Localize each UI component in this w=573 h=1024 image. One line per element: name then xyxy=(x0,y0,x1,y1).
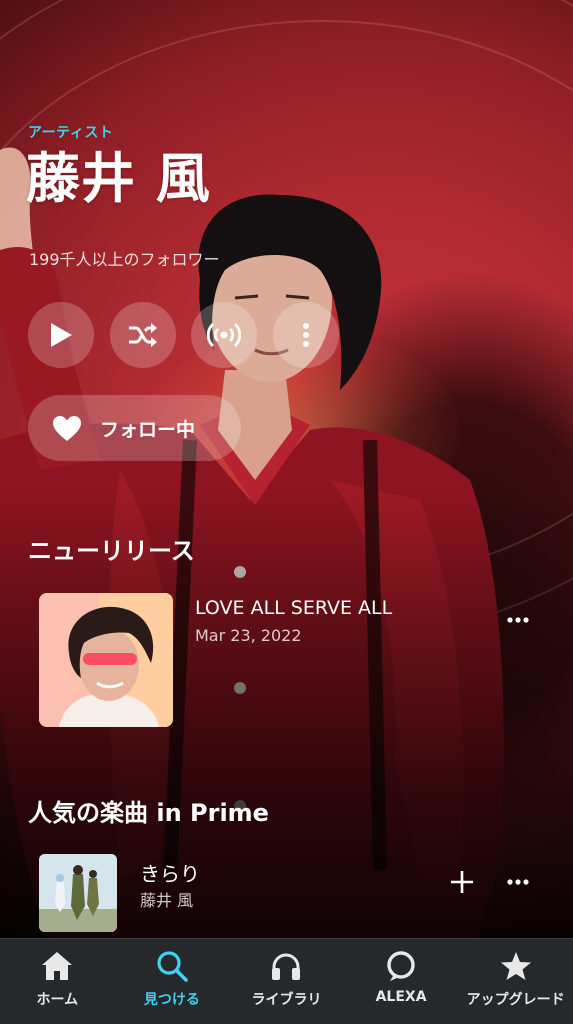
release-more-button[interactable] xyxy=(500,608,536,632)
song-cover[interactable] xyxy=(39,854,117,932)
nav-item-library[interactable]: ライブラリ xyxy=(229,939,344,1024)
star-icon xyxy=(499,949,533,983)
headphones-icon xyxy=(269,949,303,983)
page-category-label: アーティスト xyxy=(28,125,114,141)
album-cover[interactable] xyxy=(39,593,173,727)
more-vertical-icon xyxy=(303,323,309,347)
follower-count: 199千人以上のフォロワー xyxy=(29,250,220,269)
song-more-button[interactable] xyxy=(500,870,536,894)
nav-item-find[interactable]: 見つける xyxy=(115,939,230,1024)
release-title[interactable]: LOVE ALL SERVE ALL xyxy=(195,597,392,619)
song-artist: 藤井 風 xyxy=(140,891,194,910)
more-options-button[interactable] xyxy=(273,302,339,368)
nav-item-home[interactable]: ホーム xyxy=(0,939,115,1024)
popular-tracks-heading: 人気の楽曲 in Prime xyxy=(28,799,269,827)
nav-label-upgrade: アップグレード xyxy=(466,992,565,1008)
more-horizontal-icon xyxy=(507,617,529,623)
nav-label-find: 見つける xyxy=(143,992,200,1008)
search-icon xyxy=(155,949,189,983)
nav-item-alexa[interactable]: ALEXA xyxy=(344,939,459,1024)
song-title[interactable]: きらり xyxy=(140,858,200,887)
artist-page: アーティスト 藤井 風 199千人以上のフォロワー フォロー中 ニューリリース … xyxy=(0,0,573,1024)
bottom-navigation: ホーム 見つける ライブラリ ALEXA アップグレード xyxy=(0,938,573,1024)
station-button[interactable] xyxy=(191,302,257,368)
nav-item-upgrade[interactable]: アップグレード xyxy=(458,939,573,1024)
alexa-ring-icon xyxy=(384,949,418,983)
follow-button-label: フォロー中 xyxy=(100,418,196,441)
new-releases-heading: ニューリリース xyxy=(28,537,195,565)
release-date: Mar 23, 2022 xyxy=(195,626,302,645)
follow-button[interactable]: フォロー中 xyxy=(28,395,241,461)
nav-label-library: ライブラリ xyxy=(251,992,322,1008)
nav-label-home: ホーム xyxy=(36,992,79,1008)
broadcast-icon xyxy=(207,322,241,348)
nav-label-alexa: ALEXA xyxy=(375,989,427,1005)
artist-name: 藤井 風 xyxy=(26,147,211,210)
play-icon xyxy=(51,323,72,347)
album-cover-art xyxy=(39,593,173,727)
heart-icon xyxy=(53,415,81,441)
more-horizontal-icon xyxy=(507,879,529,885)
shuffle-icon xyxy=(129,323,157,347)
home-icon xyxy=(40,949,74,983)
add-to-library-button[interactable] xyxy=(448,868,476,896)
plus-icon xyxy=(451,871,473,893)
song-cover-art xyxy=(39,854,117,932)
shuffle-button[interactable] xyxy=(110,302,176,368)
play-button[interactable] xyxy=(28,302,94,368)
